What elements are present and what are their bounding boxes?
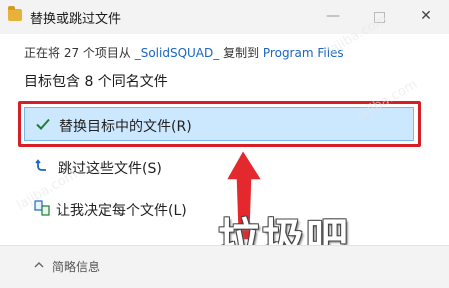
- maximize-button[interactable]: [356, 0, 402, 34]
- status-prefix: 正在将 27 个项目从: [24, 46, 135, 60]
- close-button[interactable]: ✕: [403, 0, 449, 34]
- status-middle: 复制到: [219, 46, 263, 60]
- copy-status: 正在将 27 个项目从 _SolidSQUAD_ 复制到 Program Fil…: [24, 44, 344, 61]
- conflict-heading: 目标包含 8 个同名文件: [24, 74, 168, 90]
- compare-files-icon: [34, 200, 50, 216]
- fewer-details-toggle[interactable]: 简略信息: [52, 258, 100, 275]
- highlight-box: [18, 101, 421, 147]
- skip-arrow-icon: [35, 159, 46, 171]
- chevron-up-icon[interactable]: [32, 258, 46, 272]
- folder-icon: [8, 6, 22, 21]
- skip-option-label: 跳过这些文件(S): [58, 161, 162, 177]
- window-title: 替换或跳过文件: [30, 12, 122, 27]
- footer-bar: 简略信息: [0, 245, 449, 288]
- minimize-button[interactable]: —: [310, 0, 356, 34]
- maximize-icon: [373, 12, 385, 23]
- skip-option[interactable]: 跳过这些文件(S): [24, 150, 414, 184]
- title-bar: 替换或跳过文件 — ✕: [0, 0, 449, 34]
- decide-option-label: 让我决定每个文件(L): [56, 203, 187, 219]
- destination-folder-link[interactable]: Program Files: [263, 46, 344, 60]
- source-folder-link[interactable]: _SolidSQUAD_: [135, 46, 220, 60]
